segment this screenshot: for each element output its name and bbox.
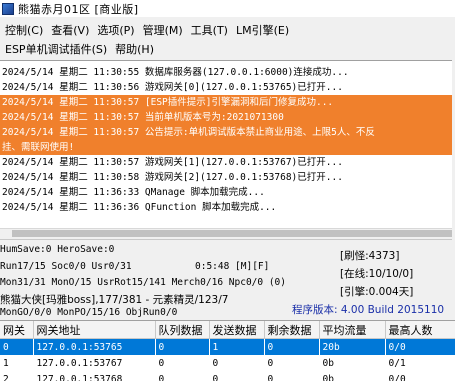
- table-cell: 0/0: [385, 339, 455, 356]
- col-header-address[interactable]: 网关地址: [33, 321, 155, 339]
- log-line: 挂、需联网使用!: [0, 140, 452, 155]
- status-run: Run17/15 Soc0/0 Usr0/31: [0, 261, 132, 272]
- table-row[interactable]: 0127.0.0.1:5376501020b0/0: [0, 339, 455, 356]
- online-counter: [在线:10/10/0]: [340, 266, 413, 281]
- log-line: 2024/5/14 星期二 11:30:55 数据库服务器(127.0.0.1:…: [0, 65, 452, 80]
- status-uptime: 0:5:48 [M][F]: [195, 261, 269, 272]
- status-monsters: Mon31/31 MonO/15 UsrRot15/141 Merch0/16 …: [0, 277, 286, 288]
- menu-options[interactable]: 选项(P): [92, 22, 137, 38]
- table-cell: 0/1: [385, 355, 455, 371]
- log-line: 2024/5/14 星期二 11:36:36 QFunction 脚本加载完成.…: [0, 200, 452, 215]
- menu-esp-plugin[interactable]: ESP单机调试插件(S): [0, 41, 110, 57]
- table-cell: 0: [264, 339, 319, 356]
- menu-bar-row2: ESP单机调试插件(S) 帮助(H): [0, 40, 455, 58]
- app-icon: [2, 3, 14, 15]
- menu-tools[interactable]: 工具(T): [186, 22, 231, 38]
- gateway-table-panel: 网关 网关地址 队列数据 发送数据 剩余数据 平均流量 最高人数 0127.0.…: [0, 320, 455, 381]
- title-bar: 熊猫赤月01区 [商业版]: [0, 0, 455, 17]
- table-cell: 0: [209, 355, 264, 371]
- table-cell: 1: [209, 339, 264, 356]
- col-header-sent[interactable]: 发送数据: [209, 321, 264, 339]
- log-line: 2024/5/14 星期二 11:30:57 [ESP插件提示]引擎漏洞和后门修…: [0, 95, 452, 110]
- status-save: HumSave:0 HeroSave:0: [0, 244, 114, 255]
- log-panel[interactable]: 2024/5/14 星期二 11:30:55 数据库服务器(127.0.0.1:…: [0, 60, 452, 240]
- col-header-remaining[interactable]: 剩余数据: [264, 321, 319, 339]
- table-cell: 0b: [319, 355, 385, 371]
- col-header-queue[interactable]: 队列数据: [155, 321, 209, 339]
- log-line: 2024/5/14 星期二 11:36:33 QManage 脚本加载完成...: [0, 185, 452, 200]
- menu-lm-engine[interactable]: LM引擎(E): [231, 22, 292, 38]
- col-header-max-users[interactable]: 最高人数: [385, 321, 455, 339]
- log-list: 2024/5/14 星期二 11:30:55 数据库服务器(127.0.0.1:…: [0, 65, 452, 215]
- log-line: 2024/5/14 星期二 11:30:57 游戏网关[1](127.0.0.1…: [0, 155, 452, 170]
- table-header-row: 网关 网关地址 队列数据 发送数据 剩余数据 平均流量 最高人数: [0, 321, 455, 339]
- log-line: 2024/5/14 星期二 11:30:56 游戏网关[0](127.0.0.1…: [0, 80, 452, 95]
- version-label: 程序版本: 4.00 Build 2015110: [292, 302, 444, 317]
- log-line: 2024/5/14 星期二 11:30:57 公告提示:单机调试版本禁止商业用途…: [0, 125, 452, 140]
- status-area: HumSave:0 HeroSave:0 Run17/15 Soc0/0 Usr…: [0, 240, 455, 320]
- gateway-table: 网关 网关地址 队列数据 发送数据 剩余数据 平均流量 最高人数 0127.0.…: [0, 321, 455, 381]
- table-cell: 0: [155, 339, 209, 356]
- engine-counter: [引擎:0.004天]: [340, 284, 413, 299]
- menu-view[interactable]: 查看(V): [46, 22, 92, 38]
- table-cell: 0: [264, 355, 319, 371]
- table-cell: 127.0.0.1:53765: [33, 339, 155, 356]
- status-mon-go: MonGO/0/0 MonPO/15/16 ObjRun0/0: [0, 307, 177, 318]
- table-cell: 0: [0, 339, 33, 356]
- log-line: 2024/5/14 星期二 11:30:57 当前单机版本号为:20210713…: [0, 110, 452, 125]
- menu-control[interactable]: 控制(C): [0, 22, 46, 38]
- col-header-gateway[interactable]: 网关: [0, 321, 33, 339]
- table-cell: 127.0.0.1:53767: [33, 355, 155, 371]
- table-cell: 20b: [319, 339, 385, 356]
- gateway-table-body: 0127.0.0.1:5376501020b0/01127.0.0.1:5376…: [0, 339, 455, 381]
- table-cell: 0: [155, 355, 209, 371]
- menu-manage[interactable]: 管理(M): [138, 22, 186, 38]
- status-player: 熊猫大侠[玛雅boss],177/381 - 元素精灵/123/7: [0, 292, 228, 307]
- table-row[interactable]: 1127.0.0.1:537670000b0/1: [0, 355, 455, 371]
- window-title: 熊猫赤月01区 [商业版]: [18, 1, 139, 17]
- menu-help[interactable]: 帮助(H): [110, 41, 157, 57]
- refresh-counter: [刷怪:4373]: [340, 248, 399, 263]
- log-line: 2024/5/14 星期二 11:30:58 游戏网关[2](127.0.0.1…: [0, 170, 452, 185]
- log-horizontal-scrollbar[interactable]: [0, 228, 452, 239]
- scrollbar-thumb[interactable]: [12, 230, 452, 237]
- menu-bar: 控制(C) 查看(V) 选项(P) 管理(M) 工具(T) LM引擎(E): [0, 21, 455, 39]
- table-cell: 1: [0, 355, 33, 371]
- col-header-avg-flow[interactable]: 平均流量: [319, 321, 385, 339]
